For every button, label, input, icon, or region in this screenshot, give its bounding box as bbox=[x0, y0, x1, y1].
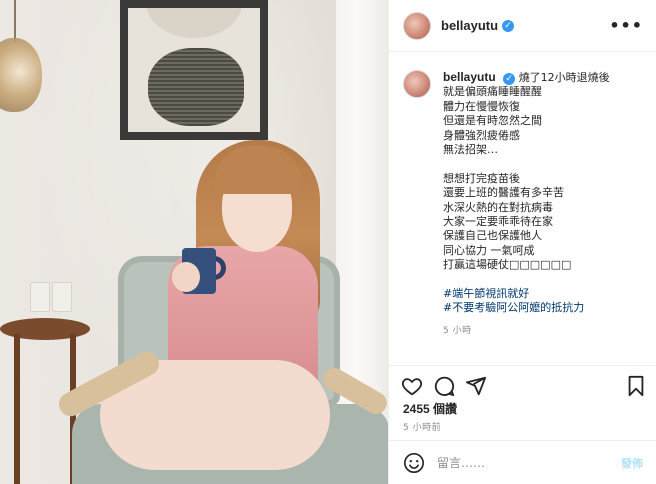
post-timestamp[interactable]: 5 小時前 bbox=[403, 420, 441, 433]
avatar[interactable] bbox=[403, 11, 431, 40]
post-comment-button[interactable]: 發佈 bbox=[621, 455, 643, 471]
share-icon[interactable] bbox=[465, 375, 487, 397]
caption-line: 打贏這場硬仗□□□□□□ bbox=[443, 258, 572, 272]
verified-badge-icon: ✓ bbox=[503, 73, 516, 85]
caption-time: 5 小時 bbox=[443, 325, 472, 336]
caption-line: 但還是有時忽然之間 bbox=[443, 114, 542, 128]
heart-icon[interactable] bbox=[401, 375, 423, 397]
comment-bar: 發佈 bbox=[389, 440, 656, 484]
art-arc bbox=[146, 8, 242, 38]
caption-line: 保護自己也保護他人 bbox=[443, 229, 542, 243]
action-bar bbox=[389, 365, 656, 401]
comment-input[interactable] bbox=[437, 455, 621, 470]
lamp-cord bbox=[14, 0, 16, 42]
comment-icon[interactable] bbox=[433, 375, 455, 397]
caption-row: bellayutu ✓ 燒了12小時退燒後 就是偏頭痛睡睡醒醒 體力在慢慢恢復 … bbox=[403, 70, 643, 338]
caption-area: bellayutu ✓ 燒了12小時退燒後 就是偏頭痛睡睡醒醒 體力在慢慢恢復 … bbox=[389, 52, 656, 365]
caption-line: 大家一定要乖乖待在家 bbox=[443, 215, 553, 229]
wall-art bbox=[128, 8, 260, 132]
bookmark-icon[interactable] bbox=[625, 375, 647, 397]
like-count[interactable]: 2455 個讚 bbox=[403, 400, 457, 417]
caption-line: 就是偏頭痛睡睡醒醒 bbox=[443, 85, 542, 99]
side-table-leg bbox=[14, 334, 20, 484]
post-header: bellayutu ✓ ••• bbox=[389, 0, 656, 52]
caption-first-line: bellayutu ✓ 燒了12小時退燒後 bbox=[443, 70, 610, 85]
caption-avatar[interactable] bbox=[403, 70, 431, 98]
caption-line: 燒了12小時退燒後 bbox=[518, 71, 610, 84]
caption-line: 想想打完疫苗後 bbox=[443, 171, 520, 185]
caption-gap bbox=[443, 273, 610, 287]
caption-username[interactable]: bellayutu bbox=[443, 70, 496, 84]
wall-outlet bbox=[52, 282, 72, 312]
header-username[interactable]: bellayutu bbox=[441, 18, 498, 33]
post-side-panel: bellayutu ✓ ••• bellayutu ✓ 燒了12小時退燒後 就是… bbox=[388, 0, 656, 484]
caption-body: bellayutu ✓ 燒了12小時退燒後 就是偏頭痛睡睡醒醒 體力在慢慢恢復 … bbox=[443, 70, 610, 338]
caption-line: 水深火熱的在對抗病毒 bbox=[443, 200, 553, 214]
emoji-icon[interactable] bbox=[403, 452, 425, 474]
wall-outlet bbox=[30, 282, 50, 312]
post-photo[interactable] bbox=[0, 0, 388, 484]
verified-badge-icon: ✓ bbox=[502, 19, 515, 32]
person-hand bbox=[172, 262, 200, 292]
art-blob bbox=[148, 48, 244, 126]
wall-art-frame bbox=[120, 0, 268, 140]
caption-line: 體力在慢慢恢復 bbox=[443, 99, 520, 113]
caption-line: 還要上班的醫護有多辛苦 bbox=[443, 186, 564, 200]
caption-line: 身體強烈疲倦感 bbox=[443, 128, 520, 142]
caption-line: 無法招架… bbox=[443, 143, 498, 157]
caption-gap bbox=[443, 157, 610, 171]
more-options-icon[interactable]: ••• bbox=[609, 16, 643, 35]
caption-line: 同心協力 一氣呵成 bbox=[443, 243, 535, 257]
hashtag-link[interactable]: #端午節視訊就好 bbox=[443, 287, 610, 301]
hashtag-link[interactable]: #不要考驗阿公阿嬤的抵抗力 bbox=[443, 301, 610, 315]
